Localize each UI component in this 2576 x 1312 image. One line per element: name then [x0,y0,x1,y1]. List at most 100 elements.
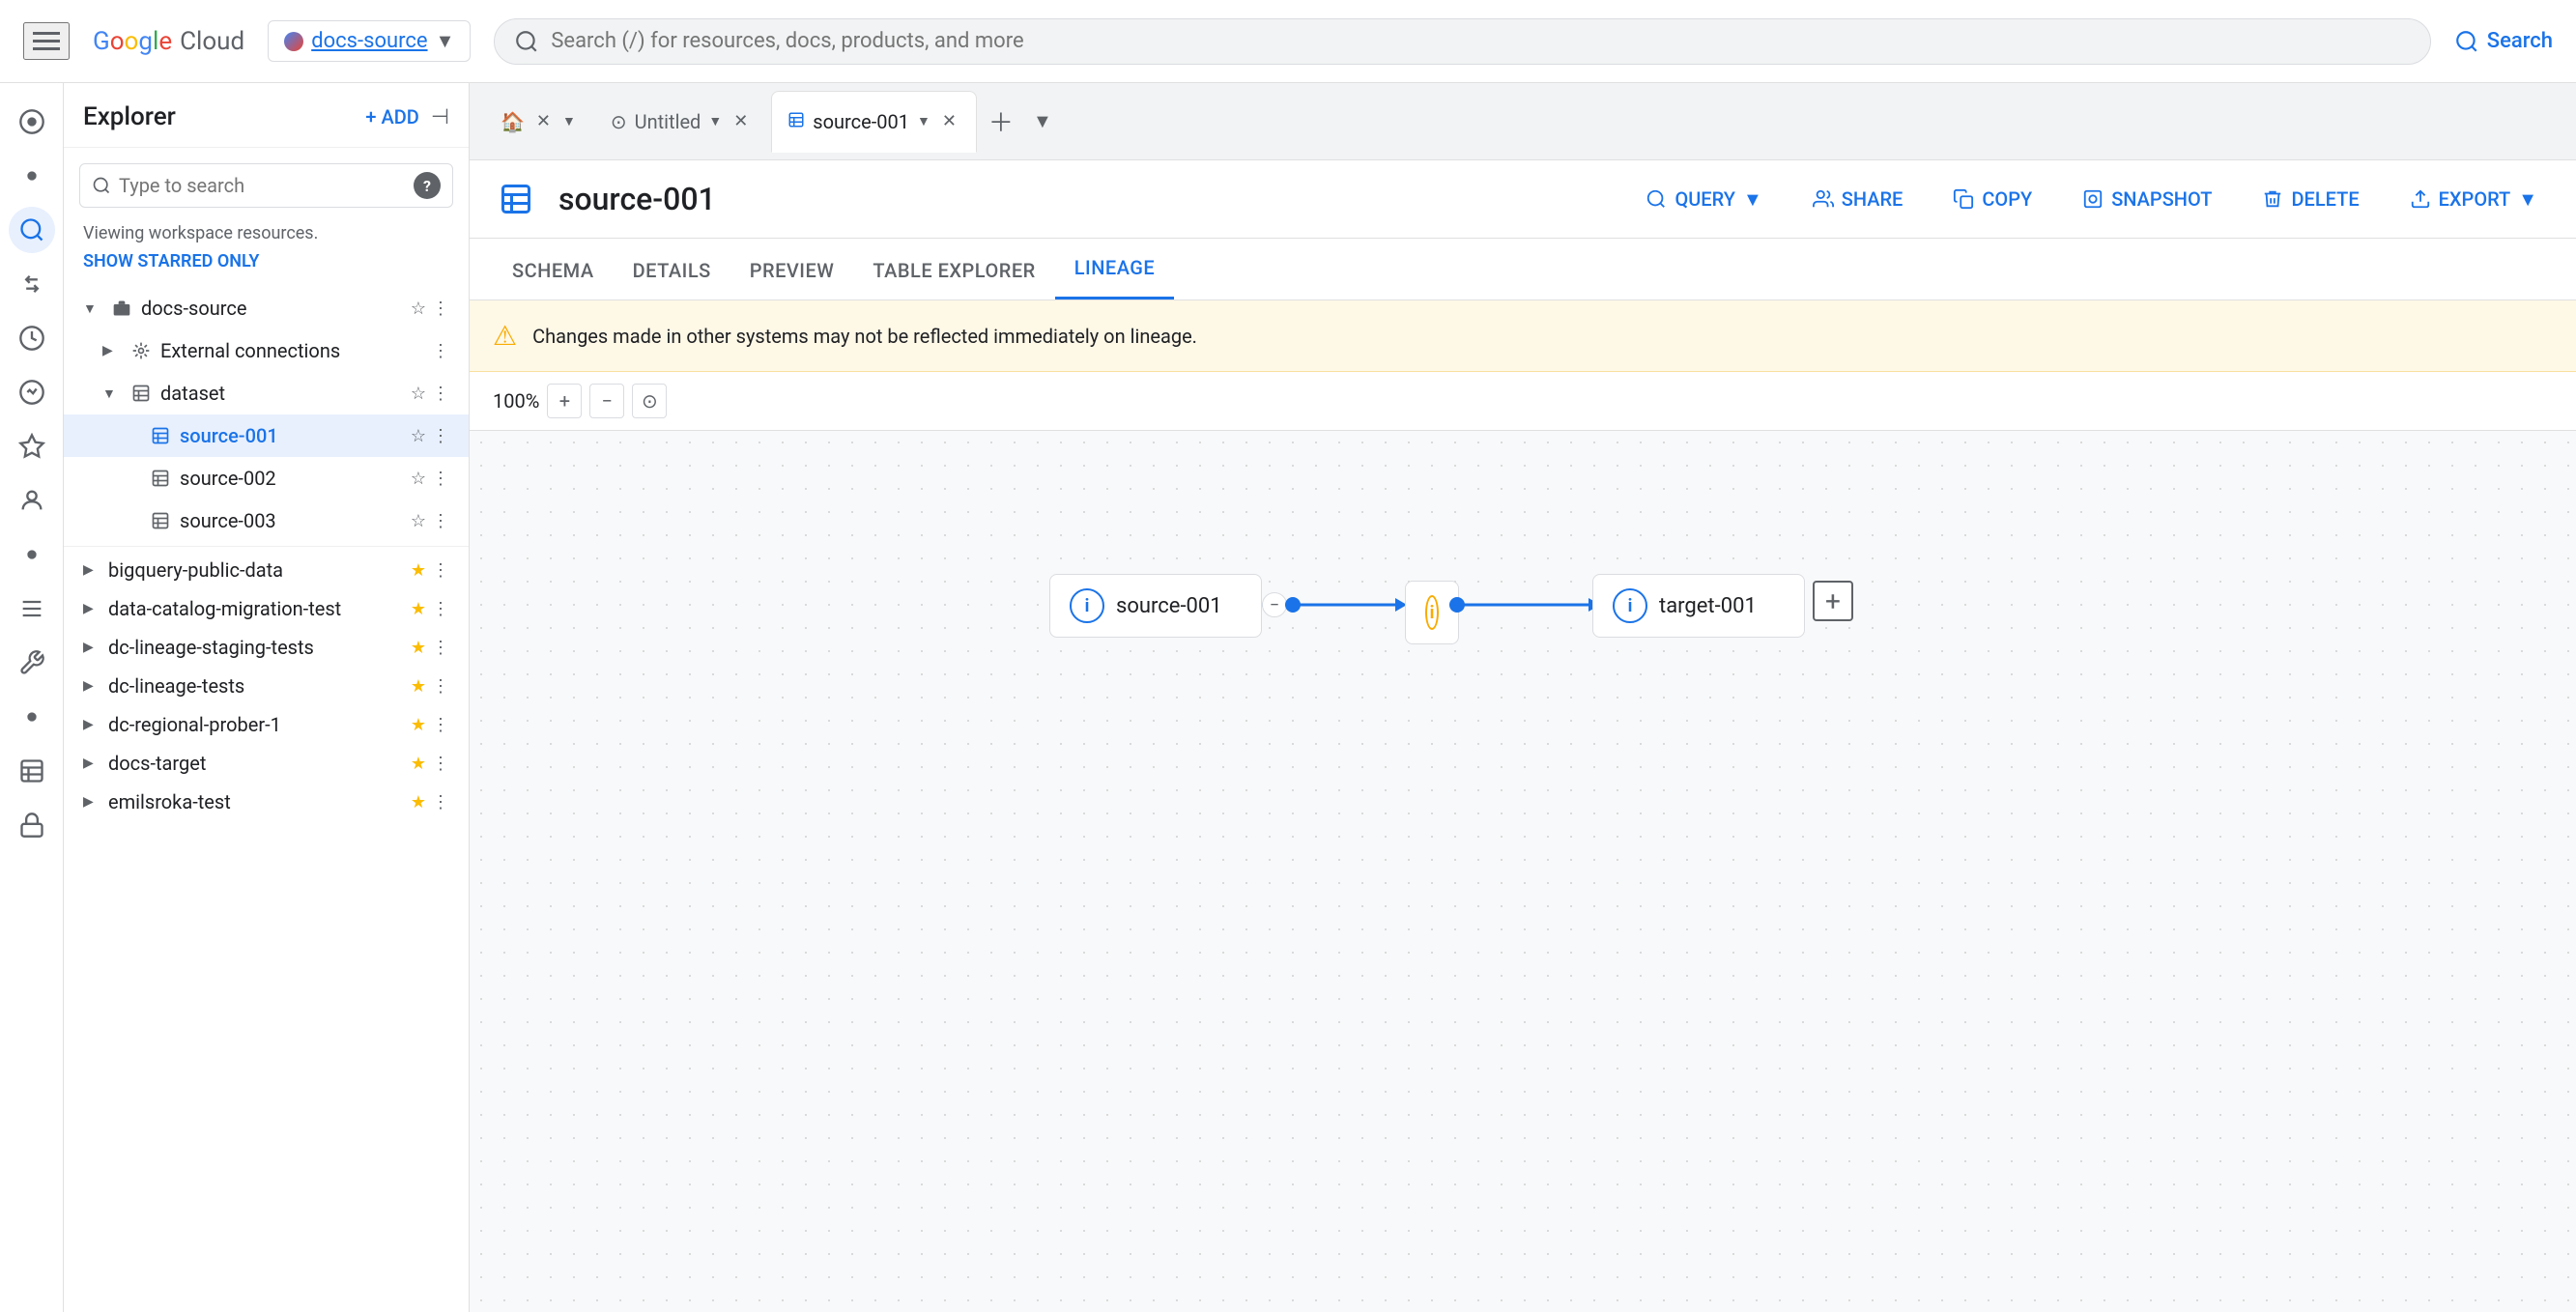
source-expand-minus[interactable]: − [1262,592,1287,617]
content-tabs: SCHEMA DETAILS PREVIEW TABLE EXPLORER LI… [470,239,2576,300]
tree-item-source-002[interactable]: source-002 ☆ ⋮ [64,457,469,499]
home-tab-close[interactable]: ✕ [532,109,555,133]
lineage-node-target001[interactable]: i target-001 [1592,574,1805,638]
tree-more-staging[interactable]: ⋮ [432,638,449,658]
tab-preview[interactable]: PREVIEW [730,242,854,299]
tree-more-prober[interactable]: ⋮ [432,715,449,735]
sidebar-icon-dot2[interactable] [9,531,55,578]
source-minus-icon[interactable]: − [1262,592,1287,617]
tab-details[interactable]: DETAILS [614,242,730,299]
untitled-tab-arrow[interactable]: ▼ [708,113,722,129]
tree-star-staging[interactable]: ★ [411,638,426,658]
tree-star-docs-source[interactable]: ☆ [411,299,426,319]
zoom-out-button[interactable]: − [589,384,624,418]
source-tab-close[interactable]: ✕ [938,109,960,133]
tree-more-dataset[interactable]: ⋮ [432,384,449,404]
export-button[interactable]: EXPORT ▼ [2394,178,2553,221]
target-expand-plus[interactable]: + [1813,581,1853,621]
project-icon [284,32,303,51]
tree-item-docs-target[interactable]: ▶ docs-target ★ ⋮ [64,744,469,783]
tree-label-lt: dc-lineage-tests [108,674,405,698]
tree-star-bigquery[interactable]: ★ [411,560,426,581]
copy-button[interactable]: COPY [1937,178,2047,220]
snapshot-button[interactable]: SNAPSHOT [2067,178,2227,220]
sidebar-icon-lock[interactable] [9,802,55,848]
sidebar-icon-person[interactable] [9,477,55,524]
tab-source-001[interactable]: source-001 ▼ ✕ [771,91,977,153]
tree-item-prober[interactable]: ▶ dc-regional-prober-1 ★ ⋮ [64,705,469,744]
tree-item-emilsroka[interactable]: ▶ emilsroka-test ★ ⋮ [64,783,469,821]
tab-more-button[interactable]: ▼ [1025,101,1060,141]
share-button[interactable]: SHARE [1797,178,1919,220]
zoom-in-button[interactable]: + [547,384,582,418]
sidebar-icon-dot1[interactable] [9,153,55,199]
lineage-canvas[interactable]: i source-001 − i i target-001 + [470,431,2576,1312]
delete-icon [2262,188,2283,210]
delete-button[interactable]: DELETE [2247,178,2374,220]
tree-more-s003[interactable]: ⋮ [432,511,449,531]
tree-star-s003[interactable]: ☆ [411,511,426,531]
sidebar-icon-search[interactable] [9,207,55,253]
tree-more-ext[interactable]: ⋮ [432,341,449,361]
explorer-search-input[interactable] [119,174,406,197]
sidebar-icon-wrench[interactable] [9,640,55,686]
tab-lineage[interactable]: LINEAGE [1055,239,1175,299]
tree-star-s002[interactable]: ☆ [411,469,426,489]
sidebar-icon-history[interactable] [9,315,55,361]
sidebar-icon-dot3[interactable] [9,694,55,740]
tree-more-lt[interactable]: ⋮ [432,676,449,697]
query-button[interactable]: QUERY ▼ [1630,178,1777,221]
tree-more-docs-source[interactable]: ⋮ [432,299,449,319]
tree-star-docs-target[interactable]: ★ [411,754,426,774]
tree-star-prober[interactable]: ★ [411,715,426,735]
sidebar-icon-analytics[interactable] [9,369,55,415]
tree-star-lt[interactable]: ★ [411,676,426,697]
share-icon [1813,188,1834,210]
tree-item-docs-source[interactable]: ▼ docs-source ☆ ⋮ [64,287,469,329]
tab-table-explorer[interactable]: TABLE EXPLORER [853,242,1054,299]
search-input[interactable] [551,29,2410,53]
target-plus-icon[interactable]: + [1813,581,1853,621]
transform-node-icon: i [1425,595,1439,630]
tree-item-dataset[interactable]: ▼ dataset ☆ ⋮ [64,372,469,414]
menu-button[interactable] [23,22,70,60]
tree-star-dataset[interactable]: ☆ [411,384,426,404]
collapse-button[interactable]: ⊣ [431,105,449,129]
tree-star-s001[interactable]: ☆ [411,426,426,446]
untitled-tab-close[interactable]: ✕ [730,109,752,133]
tab-untitled[interactable]: ⊙ Untitled ▼ ✕ [595,91,767,153]
tree-more-emilsroka[interactable]: ⋮ [432,792,449,813]
tree-item-catalog[interactable]: ▶ data-catalog-migration-test ★ ⋮ [64,589,469,628]
tree-star-catalog[interactable]: ★ [411,599,426,619]
tab-schema[interactable]: SCHEMA [493,242,614,299]
tree-item-source-001[interactable]: source-001 ☆ ⋮ [64,414,469,457]
tree-item-bigquery[interactable]: ▶ bigquery-public-data ★ ⋮ [64,551,469,589]
search-button[interactable]: Search [2454,29,2553,54]
add-button[interactable]: + ADD [365,105,418,128]
sidebar-icon-transfer[interactable] [9,261,55,307]
tree-item-lineage-tests[interactable]: ▶ dc-lineage-tests ★ ⋮ [64,667,469,705]
source-tab-arrow[interactable]: ▼ [917,113,930,129]
tree-star-emilsroka[interactable]: ★ [411,792,426,813]
tree-item-staging[interactable]: ▶ dc-lineage-staging-tests ★ ⋮ [64,628,469,667]
tree-more-bigquery[interactable]: ⋮ [432,560,449,581]
tree-item-source-003[interactable]: source-003 ☆ ⋮ [64,499,469,542]
project-selector[interactable]: docs-source ▼ [268,20,471,62]
zoom-reset-button[interactable]: ⊙ [632,384,667,418]
tree-more-s002[interactable]: ⋮ [432,469,449,489]
tab-home[interactable]: 🏠 ✕ ▼ [485,91,591,153]
sidebar-icon-table[interactable] [9,748,55,794]
lineage-node-transform[interactable]: i [1405,581,1459,644]
tree-more-catalog[interactable]: ⋮ [432,599,449,619]
sidebar-icon-list[interactable] [9,585,55,632]
tree-more-s001[interactable]: ⋮ [432,426,449,446]
sidebar-icon-overview[interactable] [9,99,55,145]
sidebar-icon-pin[interactable] [9,423,55,470]
show-starred-link[interactable]: SHOW STARRED ONLY [64,251,469,287]
home-tab-arrow[interactable]: ▼ [562,113,576,129]
search-help-button[interactable]: ? [414,172,441,199]
new-tab-button[interactable]: ＋ [981,96,1021,147]
lineage-node-source001[interactable]: i source-001 [1049,574,1262,638]
tree-item-external-connections[interactable]: ▶ External connections ⋮ [64,329,469,372]
tree-more-docs-target[interactable]: ⋮ [432,754,449,774]
